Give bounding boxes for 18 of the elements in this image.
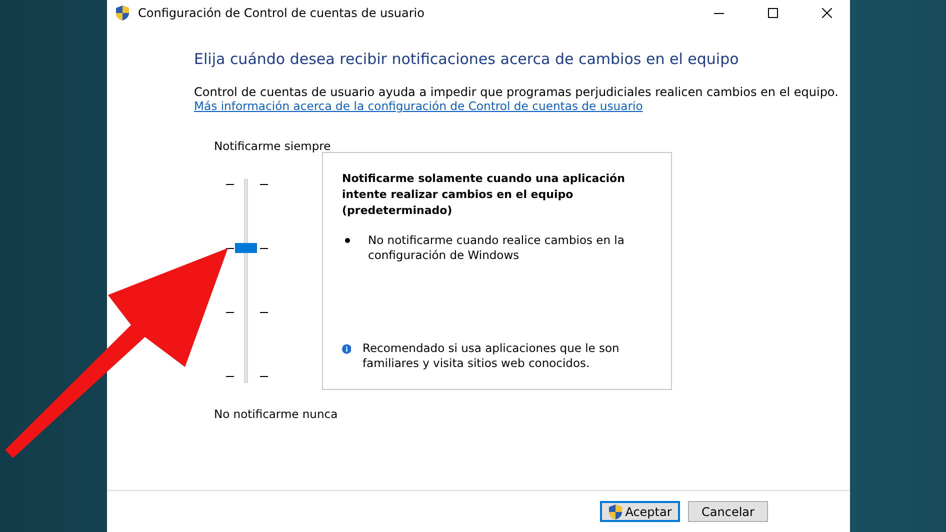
recommendation-text: Recomendado si usa aplicaciones que le son familiares y visita sitios web conocidos. bbox=[362, 341, 620, 371]
description-text: Control de cuentas de usuario ayuda a impedir que programas perjudiciales realicen cambios en el equipo. bbox=[194, 85, 840, 99]
shield-icon bbox=[608, 504, 624, 520]
page-heading: Elija cuándo desea recibir notificaciones acerca de cambios en el equipo bbox=[194, 50, 740, 68]
window-title: Configuración de Control de cuentas de usuario bbox=[138, 6, 426, 20]
slider-thumb[interactable] bbox=[235, 242, 257, 253]
cancel-button[interactable]: Cancelar bbox=[688, 501, 768, 522]
accept-button[interactable]: Aceptar bbox=[600, 501, 680, 522]
slider-bottom-label: No notificarme nunca bbox=[214, 407, 338, 421]
pointer-arrow-icon bbox=[5, 245, 230, 460]
bullet-text: No notificarme cuando realice cambios en la configuración de Windows bbox=[368, 233, 626, 263]
shield-icon bbox=[115, 5, 130, 21]
slider-top-label: Notificarme siempre bbox=[214, 139, 331, 153]
bullet-icon bbox=[345, 238, 350, 243]
maximize-icon bbox=[768, 8, 778, 18]
more-info-link[interactable]: Más información acerca de la configuración de Control de cuentas de usuario bbox=[194, 99, 643, 113]
panel-title: Notificarme solamente cuando una aplicación intente realizar cambios en el equipo (predeterminado) bbox=[342, 171, 626, 219]
close-icon bbox=[822, 8, 832, 18]
